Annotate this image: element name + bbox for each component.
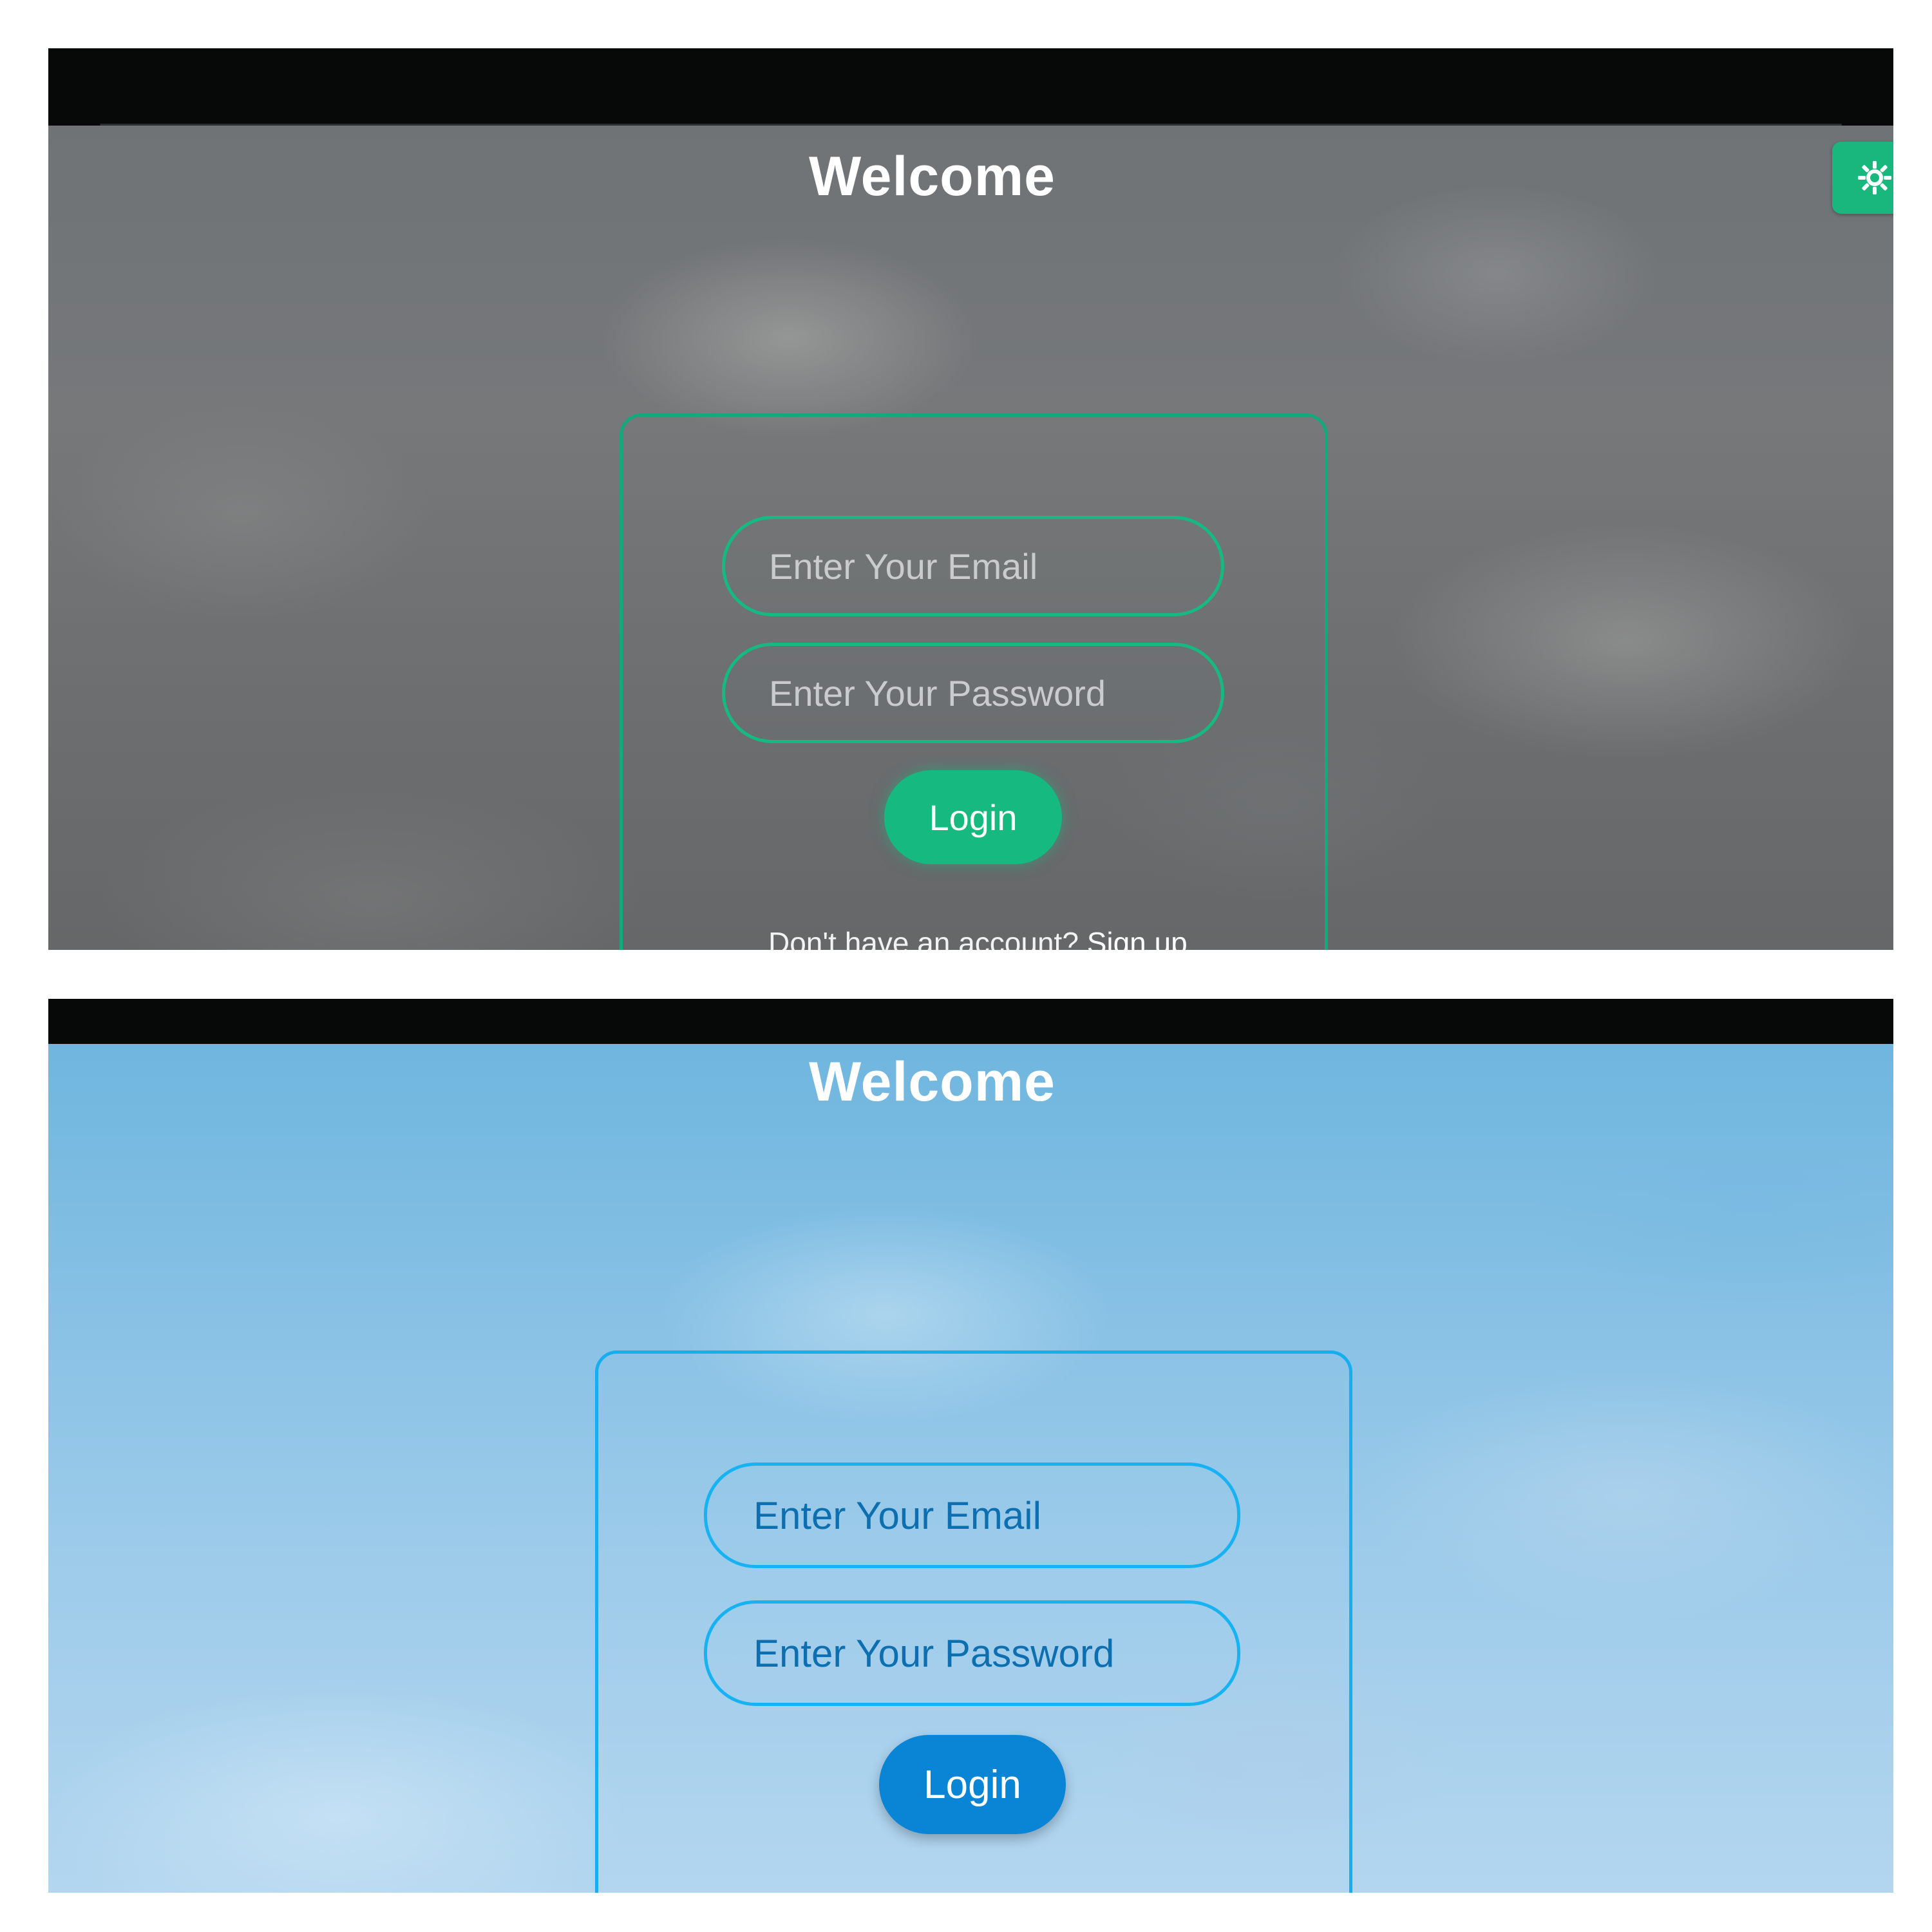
password-field[interactable]: Enter Your Password <box>722 643 1224 743</box>
top-bar <box>48 999 1893 1044</box>
login-screen-dark: Welcome Enter Your Email Enter Your Pass… <box>48 48 1893 950</box>
top-bar <box>48 48 1893 126</box>
login-button[interactable]: Login <box>884 770 1062 864</box>
welcome-title: Welcome <box>809 1051 1056 1113</box>
signup-link[interactable]: Sign up <box>1087 926 1188 950</box>
signup-prompt-text: Don't have an account? <box>768 926 1079 950</box>
comparison-page: Welcome Enter Your Email Enter Your Pass… <box>0 0 1932 1932</box>
theme-toggle-button[interactable] <box>1832 142 1893 214</box>
password-field[interactable]: Enter Your Password <box>704 1600 1240 1706</box>
login-button[interactable]: Login <box>879 1735 1066 1834</box>
email-placeholder: Enter Your Email <box>769 545 1038 587</box>
email-field[interactable]: Enter Your Email <box>722 516 1224 616</box>
email-placeholder: Enter Your Email <box>753 1493 1041 1537</box>
login-screen-light: Welcome Enter Your Email Enter Your Pass… <box>48 999 1893 1893</box>
password-placeholder: Enter Your Password <box>753 1631 1115 1675</box>
signup-prompt: Don't have an account? Sign up <box>768 925 1188 950</box>
password-placeholder: Enter Your Password <box>769 672 1106 714</box>
welcome-title: Welcome <box>809 146 1056 207</box>
sun-gear-icon <box>1858 161 1891 194</box>
email-field[interactable]: Enter Your Email <box>704 1463 1240 1568</box>
